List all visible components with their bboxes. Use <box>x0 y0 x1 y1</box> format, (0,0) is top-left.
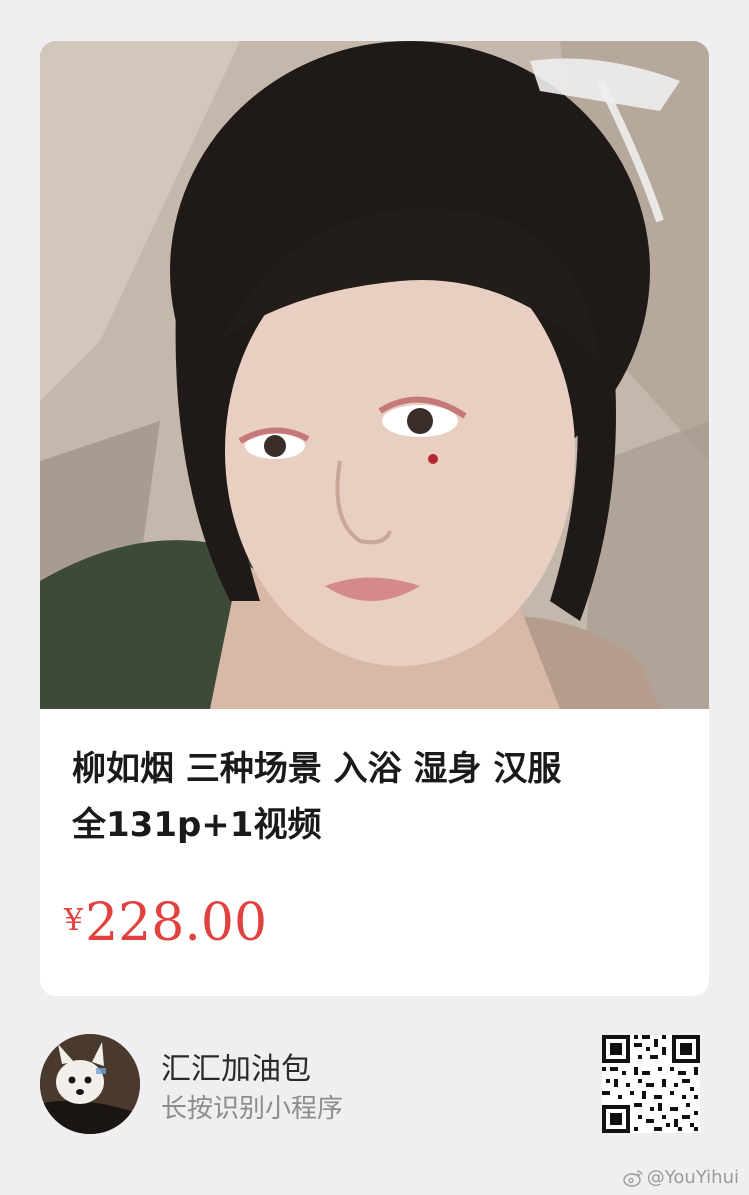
mini-program-avatar[interactable] <box>40 1034 140 1134</box>
product-title-line-2: 全131p+1视频 <box>72 805 322 845</box>
mini-program-hint: 长按识别小程序 <box>161 1094 344 1124</box>
currency-symbol: ¥ <box>64 903 84 938</box>
product-title-line-1: 柳如烟 三种场景 入浴 湿身 汉服 <box>72 749 562 789</box>
price-amount: 228.00 <box>85 893 268 953</box>
product-title[interactable]: 柳如烟 三种场景 入浴 湿身 汉服 全131p+1视频 <box>72 741 682 853</box>
watermark: @YouYihui <box>623 1167 739 1188</box>
mini-program-name: 汇汇加油包 <box>161 1052 311 1087</box>
qr-code-icon <box>602 1035 700 1133</box>
mini-program-qr-code[interactable] <box>602 1035 700 1133</box>
product-card[interactable]: 柳如烟 三种场景 入浴 湿身 汉服 全131p+1视频 ¥228.00 <box>40 41 709 996</box>
product-price: ¥228.00 <box>64 893 267 953</box>
product-image[interactable] <box>40 41 709 709</box>
dog-avatar-icon <box>40 1034 140 1134</box>
weibo-icon <box>623 1169 643 1187</box>
watermark-handle: @YouYihui <box>646 1167 739 1188</box>
portrait-illustration <box>40 41 709 709</box>
